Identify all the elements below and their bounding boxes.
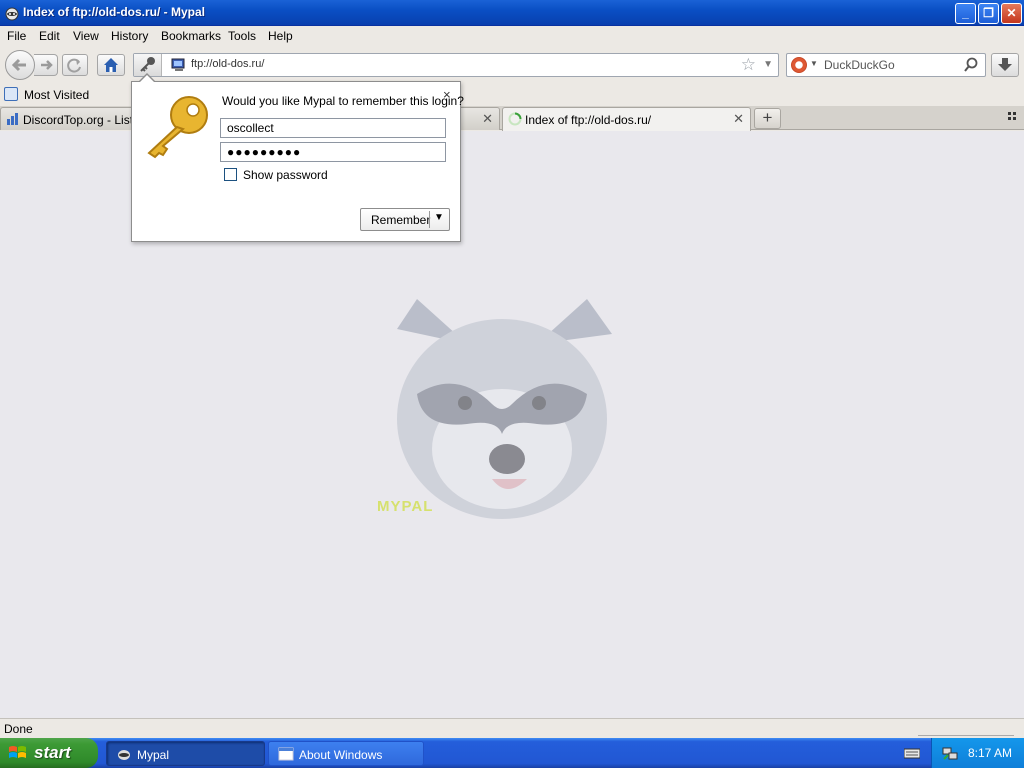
remember-label: Remember	[371, 213, 431, 227]
show-password-checkbox[interactable]	[224, 168, 237, 181]
tab-close-icon[interactable]: ✕	[733, 111, 744, 127]
most-visited-bookmark[interactable]: Most Visited	[24, 88, 89, 102]
minimize-button[interactable]: _	[955, 3, 976, 24]
history-dropdown-icon[interactable]: ▼	[763, 59, 773, 70]
menu-tools[interactable]: Tools	[228, 29, 256, 43]
loading-spinner-icon	[508, 112, 522, 126]
search-bar[interactable]: ▼ DuckDuckGo	[786, 53, 986, 77]
chart-favicon-icon	[7, 113, 18, 125]
menu-history[interactable]: History	[111, 29, 148, 43]
engine-dropdown-icon[interactable]: ▼	[810, 59, 818, 68]
minimize-icon: _	[962, 6, 969, 20]
password-save-popup: Would you like Mypal to remember this lo…	[131, 73, 464, 242]
menu-view[interactable]: View	[73, 29, 99, 43]
start-button[interactable]: start	[0, 738, 98, 768]
menu-edit[interactable]: Edit	[39, 29, 60, 43]
popup-arrow-inner	[139, 75, 155, 83]
plus-icon: +	[762, 108, 773, 127]
new-tab-button[interactable]: +	[754, 108, 781, 129]
mypal-app-icon	[118, 750, 130, 760]
reload-icon	[67, 58, 81, 73]
network-icon[interactable]	[942, 745, 958, 761]
button-separator	[429, 211, 430, 228]
taskbar-item-label: Mypal	[137, 748, 170, 762]
status-text: Done	[4, 722, 33, 736]
menu-file[interactable]: File	[7, 29, 26, 43]
list-all-tabs-icon[interactable]	[1008, 112, 1018, 122]
search-placeholder: DuckDuckGo	[824, 58, 895, 72]
remember-login-question: Would you like Mypal to remember this lo…	[222, 94, 464, 108]
reload-button[interactable]	[62, 54, 88, 76]
downloads-button[interactable]	[991, 53, 1019, 77]
most-visited-folder-icon	[4, 87, 18, 101]
password-field[interactable]: ●●●●●●●●●	[220, 142, 446, 162]
bookmark-star-icon[interactable]: ☆	[741, 55, 756, 75]
home-icon	[104, 58, 118, 72]
close-window-button[interactable]: ✕	[1001, 3, 1022, 24]
popup-close-icon[interactable]: ×	[443, 87, 451, 102]
menu-bookmarks[interactable]: Bookmarks	[161, 29, 221, 43]
home-button[interactable]	[97, 54, 125, 76]
search-icon[interactable]	[962, 56, 980, 74]
taskbar-item-label: About Windows	[299, 748, 383, 762]
download-arrow-icon	[998, 58, 1012, 71]
mypal-app-icon	[5, 7, 19, 21]
url-text: ftp://old-dos.ru/	[191, 58, 265, 70]
forward-arrow-icon	[41, 60, 53, 70]
keyboard-icon[interactable]	[904, 747, 920, 759]
username-field[interactable]: oscollect	[220, 118, 446, 138]
key-icon	[140, 57, 155, 72]
show-password-label[interactable]: Show password	[243, 168, 328, 182]
restore-icon: ❐	[983, 6, 994, 20]
taskbar-item-mypal[interactable]: Mypal	[106, 741, 265, 766]
raccoon-mascot-image	[397, 299, 612, 519]
taskbar-item-about-windows[interactable]: About Windows	[268, 741, 424, 766]
maximize-button[interactable]: ❐	[978, 3, 999, 24]
system-tray: 8:17 AM	[931, 738, 1024, 768]
tab-close-icon[interactable]: ✕	[482, 111, 493, 127]
back-arrow-icon	[11, 58, 26, 72]
chevron-down-icon[interactable]: ▼	[434, 212, 444, 223]
tab-label: Index of ftp://old-dos.ru/	[525, 113, 652, 127]
window-icon	[278, 747, 294, 761]
title-bar: Index of ftp://old-dos.ru/ - Mypal _ ❐ ✕	[0, 0, 1024, 26]
menu-help[interactable]: Help	[268, 29, 293, 43]
ftp-site-icon	[171, 58, 185, 71]
windows-flag-icon	[9, 746, 26, 758]
clock[interactable]: 8:17 AM	[968, 746, 1012, 760]
status-bar: Done	[0, 718, 1024, 738]
golden-key-icon	[147, 96, 208, 159]
window-title: Index of ftp://old-dos.ru/ - Mypal	[23, 5, 205, 19]
tab-label: DiscordTop.org - List D	[23, 113, 133, 127]
tab-old-dos[interactable]: Index of ftp://old-dos.ru/ ✕	[502, 107, 751, 131]
menu-bar: File Edit View History Bookmarks Tools H…	[0, 26, 1024, 46]
address-bar[interactable]: ftp://old-dos.ru/ ☆ ▼	[133, 53, 779, 77]
start-label: start	[34, 743, 71, 762]
back-button[interactable]	[5, 50, 35, 80]
duckduckgo-icon[interactable]	[791, 57, 807, 73]
taskbar: start Mypal About Windows 8:17 AM	[0, 738, 1024, 768]
remember-button[interactable]: Remember ▼	[360, 208, 450, 231]
forward-button[interactable]	[34, 54, 58, 76]
close-icon: ✕	[1006, 6, 1017, 20]
mascot-caption: MYPAL	[377, 498, 434, 515]
